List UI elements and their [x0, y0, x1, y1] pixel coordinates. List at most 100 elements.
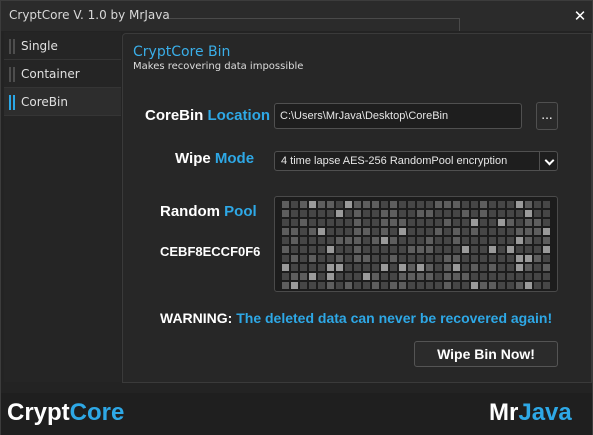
app-window: CryptCore V. 1.0 by MrJava ✕ Single Cont… — [0, 0, 593, 435]
pool-cell — [534, 282, 541, 289]
random-pool-label-white: Random — [160, 203, 220, 220]
close-icon[interactable]: ✕ — [572, 8, 588, 24]
sidebar-item-container[interactable]: Container — [4, 60, 121, 88]
pool-cell — [516, 219, 523, 226]
pool-cell — [408, 255, 415, 262]
wipe-mode-select[interactable]: 4 time lapse AES-256 RandomPool encrypti… — [274, 151, 558, 171]
panel-subtitle: Makes recovering data impossible — [133, 61, 304, 72]
pool-cell — [381, 273, 388, 280]
pool-cell — [282, 219, 289, 226]
pool-cell — [399, 273, 406, 280]
chevron-down-icon[interactable] — [539, 152, 557, 170]
wipe-mode-label-blue: Mode — [214, 150, 255, 167]
pool-cell — [516, 237, 523, 244]
title-divider — [169, 18, 460, 31]
location-input[interactable]: C:\Users\MrJava\Desktop\CoreBin — [274, 103, 522, 129]
pool-cell — [390, 282, 397, 289]
pool-cell — [390, 237, 397, 244]
pool-cell — [471, 210, 478, 217]
pool-cell — [318, 237, 325, 244]
pool-cell — [435, 237, 442, 244]
pool-cell — [543, 246, 550, 253]
pool-cell — [498, 228, 505, 235]
pool-cell — [336, 201, 343, 208]
pool-cell — [390, 210, 397, 217]
pool-cell — [327, 228, 334, 235]
pool-cell — [462, 282, 469, 289]
pool-cell — [381, 219, 388, 226]
pool-cell — [453, 264, 460, 271]
pool-cell — [300, 201, 307, 208]
pool-cell — [291, 246, 298, 253]
random-pool-hex: CEBF8ECCF0F6 — [160, 244, 260, 259]
pool-cell — [489, 255, 496, 262]
pool-cell — [327, 210, 334, 217]
sidebar-item-single[interactable]: Single — [4, 32, 121, 60]
pool-cell — [453, 237, 460, 244]
browse-button[interactable]: ... — [536, 102, 558, 130]
pool-cell — [507, 264, 514, 271]
pool-cell — [399, 237, 406, 244]
pool-cell — [282, 273, 289, 280]
pool-cell — [309, 201, 316, 208]
pool-cell — [372, 228, 379, 235]
pool-cell — [363, 237, 370, 244]
pool-cell — [435, 255, 442, 262]
wipe-mode-label-white: Wipe — [175, 150, 211, 167]
location-label: CoreBin Location — [145, 107, 270, 124]
random-pool-label-blue: Pool — [224, 203, 257, 220]
pool-cell — [300, 282, 307, 289]
pool-cell — [291, 210, 298, 217]
pool-cell — [498, 246, 505, 253]
wipe-bin-button[interactable]: Wipe Bin Now! — [414, 341, 558, 367]
pool-cell — [291, 255, 298, 262]
pool-cell — [516, 264, 523, 271]
logo-part-blue: Java — [518, 399, 572, 426]
pool-cell — [471, 228, 478, 235]
pool-cell — [516, 228, 523, 235]
pool-cell — [480, 219, 487, 226]
pool-cell — [480, 228, 487, 235]
pool-cell — [444, 273, 451, 280]
window-title: CryptCore V. 1.0 by MrJava — [9, 8, 170, 22]
pool-cell — [435, 282, 442, 289]
pool-cell — [426, 210, 433, 217]
pool-cell — [381, 237, 388, 244]
pool-cell — [300, 246, 307, 253]
title-bar[interactable]: CryptCore V. 1.0 by MrJava ✕ — [1, 1, 592, 31]
logo-part-white: Mr — [489, 399, 519, 426]
pool-cell — [480, 264, 487, 271]
pool-cell — [336, 219, 343, 226]
pool-cell — [363, 246, 370, 253]
pool-cell — [471, 282, 478, 289]
pool-cell — [390, 201, 397, 208]
pool-cell — [507, 219, 514, 226]
pool-cell — [318, 201, 325, 208]
pool-cell — [363, 264, 370, 271]
pool-cell — [318, 228, 325, 235]
pool-cell — [354, 246, 361, 253]
pool-cell — [327, 201, 334, 208]
pool-cell — [300, 273, 307, 280]
pool-cell — [480, 282, 487, 289]
logo-part-white: Crypt — [7, 399, 70, 426]
cryptcore-logo: CryptCore — [7, 399, 124, 427]
pool-cell — [435, 219, 442, 226]
pool-cell — [525, 201, 532, 208]
pool-cell — [408, 282, 415, 289]
pool-cell — [507, 210, 514, 217]
pool-cell — [318, 255, 325, 262]
pool-cell — [543, 255, 550, 262]
pool-cell — [390, 219, 397, 226]
pool-cell — [282, 255, 289, 262]
pool-cell — [489, 219, 496, 226]
pool-cell — [480, 246, 487, 253]
pool-cell — [327, 282, 334, 289]
pool-cell — [480, 255, 487, 262]
pool-cell — [444, 201, 451, 208]
pool-cell — [372, 255, 379, 262]
sidebar-item-corebin[interactable]: CoreBin — [4, 88, 121, 116]
pool-cell — [471, 201, 478, 208]
pool-cell — [426, 255, 433, 262]
pool-cell — [381, 246, 388, 253]
